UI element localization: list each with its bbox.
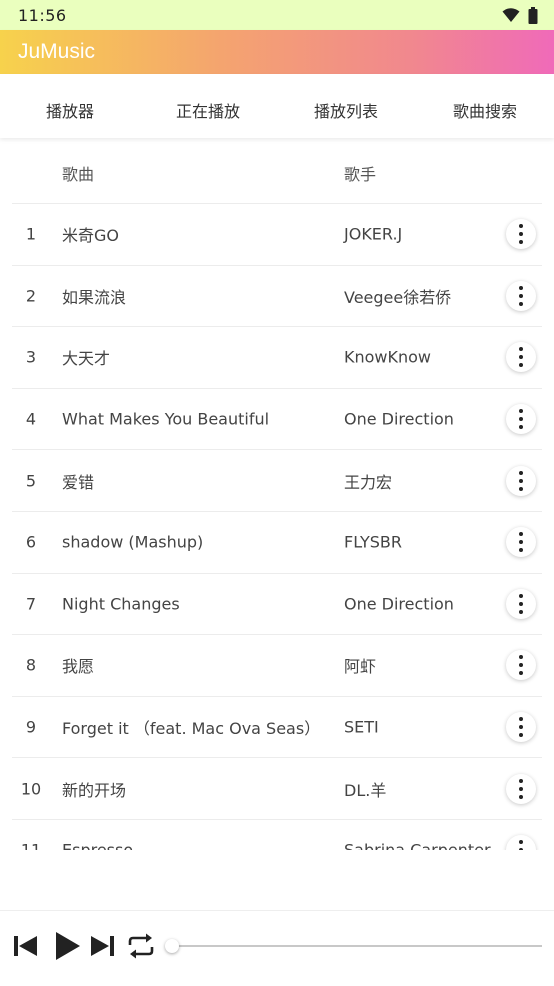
more-vert-icon [519,717,523,738]
tab-playlist[interactable]: 播放列表 [304,98,388,122]
song-title: 米奇GO [62,226,119,246]
song-artist: JOKER.J [344,224,403,244]
song-title: 爱错 [62,472,95,492]
table-row[interactable]: 11 Espresso Sabrina Carpenter [12,820,542,850]
row-number: 8 [25,655,37,675]
more-options-button[interactable] [506,712,536,743]
more-options-button[interactable] [506,280,536,311]
more-vert-icon [519,532,523,553]
tab-bar: 播放器 正在播放 播放列表 歌曲搜索 [0,74,554,138]
song-table[interactable]: 歌曲 歌手 1 米奇GO JOKER.J 2 如果流浪 Veegee徐若侨 3 大天才 Know… [12,142,542,850]
status-icons [502,6,538,24]
song-title: Night Changes [62,594,180,614]
song-artist: Veegee徐若侨 [344,287,452,307]
more-options-button[interactable] [506,650,536,681]
more-options-button[interactable] [506,465,536,496]
repeat-icon [128,933,154,959]
skip-next-icon [91,936,114,956]
more-options-button[interactable] [506,835,536,850]
more-vert-icon [519,593,523,614]
row-number: 5 [25,471,37,491]
column-header-title: 歌曲 [62,164,95,184]
song-artist: 王力宏 [344,472,393,492]
song-artist: Sabrina Carpenter [344,841,491,850]
song-title: 如果流浪 [62,287,127,307]
more-vert-icon [519,285,523,306]
song-title: Forget it （feat. Mac Ova Seas） [62,719,321,739]
app-title: JuMusic [18,40,96,63]
status-time: 11:56 [18,5,67,25]
song-title: 新的开场 [62,780,127,800]
row-number: 9 [25,717,37,737]
play-icon [56,932,80,960]
more-vert-icon [519,409,523,430]
skip-previous-icon [14,936,37,956]
table-header: 歌曲 歌手 [12,142,542,204]
song-title: 我愿 [62,657,95,677]
song-title: shadow (Mashup) [62,532,204,552]
song-artist: DL.羊 [344,780,387,800]
song-title: What Makes You Beautiful [62,409,270,429]
row-number: 10 [20,779,42,799]
table-row[interactable]: 9 Forget it （feat. Mac Ova Seas） SETI [12,697,542,759]
more-vert-icon [519,470,523,491]
progress-track[interactable] [172,945,542,947]
more-vert-icon [519,224,523,245]
skip-previous-button[interactable] [10,931,40,961]
more-options-button[interactable] [506,342,536,373]
row-number: 6 [25,532,37,552]
song-artist: SETI [344,717,379,737]
more-options-button[interactable] [506,773,536,804]
more-options-button[interactable] [506,527,536,558]
tab-now-playing[interactable]: 正在播放 [162,98,254,122]
row-number: 3 [25,347,37,367]
progress-slider-thumb[interactable] [165,939,179,953]
song-title: 大天才 [62,349,111,369]
song-artist: 阿虾 [344,657,377,677]
status-bar: 11:56 [0,0,554,30]
song-title: Espresso [62,841,133,850]
app-bar: JuMusic [0,30,554,74]
tab-song-search[interactable]: 歌曲搜索 [442,98,528,122]
row-number: 7 [25,594,37,614]
table-row[interactable]: 1 米奇GO JOKER.J [12,204,542,266]
player-bar [0,910,554,986]
table-row[interactable]: 2 如果流浪 Veegee徐若侨 [12,266,542,328]
table-row[interactable]: 4 What Makes You Beautiful One Direction [12,389,542,451]
song-artist: FLYSBR [344,532,403,552]
more-vert-icon [519,347,523,368]
table-row[interactable]: 7 Night Changes One Direction [12,574,542,636]
table-row[interactable]: 6 shadow (Mashup) FLYSBR [12,512,542,574]
skip-next-button[interactable] [88,931,118,961]
more-options-button[interactable] [506,219,536,250]
column-header-artist: 歌手 [344,164,377,184]
song-artist: One Direction [344,409,454,429]
more-options-button[interactable] [506,588,536,619]
table-row[interactable]: 8 我愿 阿虾 [12,635,542,697]
row-number: 11 [12,841,50,850]
battery-icon [528,6,538,24]
more-vert-icon [519,840,523,850]
row-number: 4 [25,409,37,429]
table-row[interactable]: 10 新的开场 DL.羊 [12,758,542,820]
row-number: 2 [25,286,37,306]
more-vert-icon [519,655,523,676]
tab-player[interactable]: 播放器 [30,98,110,122]
play-button[interactable] [52,931,82,961]
more-vert-icon [519,778,523,799]
table-row[interactable]: 5 爱错 王力宏 [12,450,542,512]
repeat-button[interactable] [126,931,156,961]
song-artist: KnowKnow [344,347,432,367]
more-options-button[interactable] [506,404,536,435]
row-number: 1 [25,224,37,244]
wifi-icon [502,8,520,22]
table-row[interactable]: 3 大天才 KnowKnow [12,327,542,389]
song-artist: One Direction [344,594,454,614]
